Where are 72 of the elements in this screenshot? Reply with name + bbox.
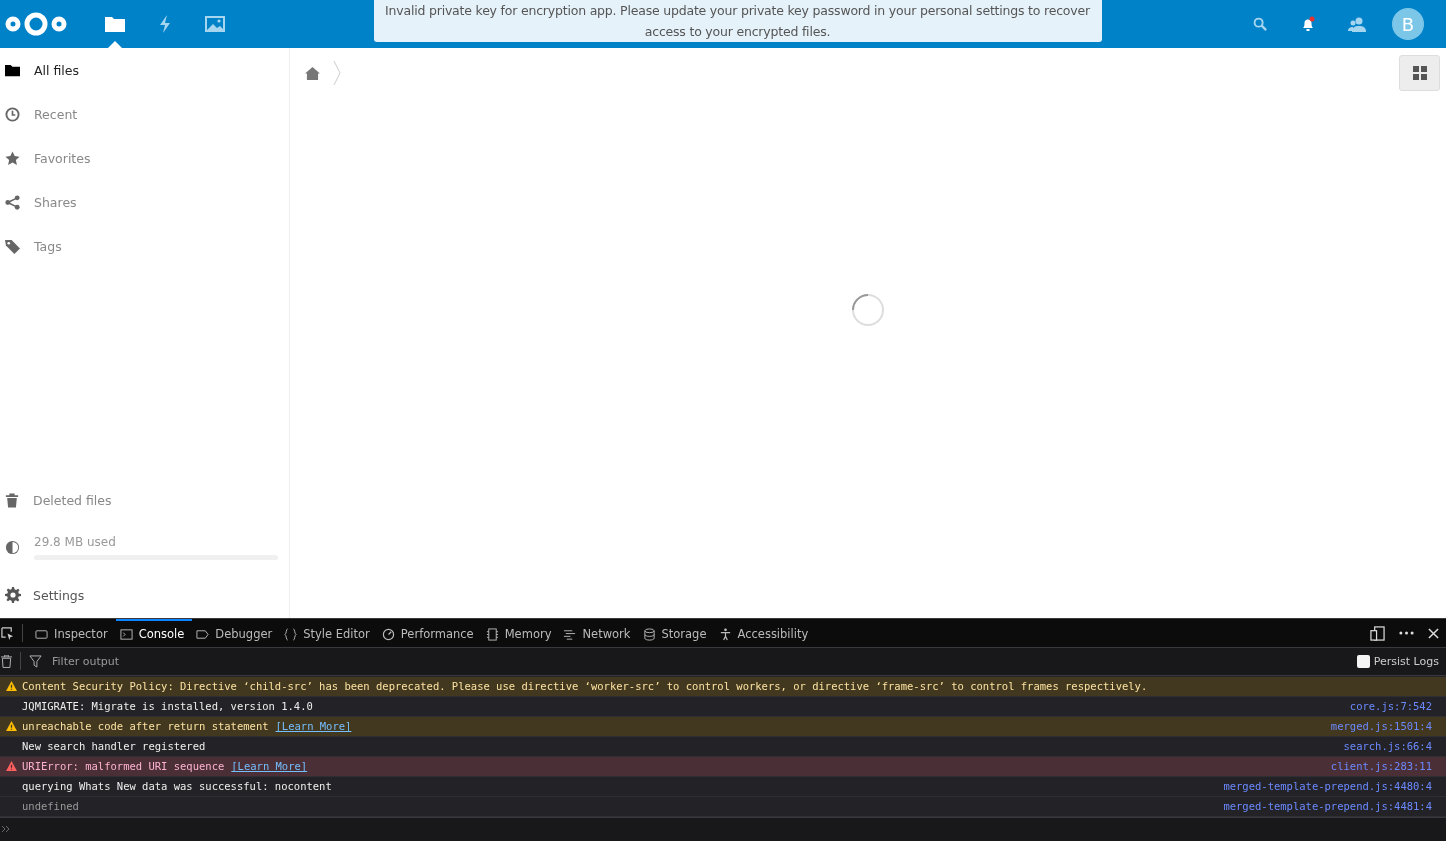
gauge-icon [381, 627, 395, 641]
trash-icon [5, 492, 19, 508]
grid-view-button[interactable] [1399, 55, 1440, 91]
source-link[interactable]: core.js:7:542 [1349, 700, 1432, 713]
devtools-tab[interactable]: Style Editor [280, 619, 378, 647]
nav-item[interactable]: Favorites [0, 136, 289, 180]
lines-icon [563, 627, 577, 641]
message-text: New search handler registered [22, 740, 206, 753]
devtools-tab[interactable]: Accessibility [714, 619, 817, 647]
element-picker-icon[interactable] [1, 626, 14, 640]
search-icon[interactable] [1253, 16, 1268, 32]
braces-icon [284, 627, 298, 641]
error-icon [5, 761, 17, 772]
devtools-tab[interactable]: Inspector [31, 619, 116, 647]
settings-icon [5, 587, 21, 603]
message-text: unreachable code after return statement [22, 720, 269, 733]
console-input[interactable] [0, 816, 1446, 841]
loading-spinner [851, 293, 885, 327]
responsive-mode-icon[interactable] [1370, 625, 1385, 641]
bell-icon[interactable] [1300, 16, 1316, 32]
message-text: URIError: malformed URI sequence [22, 760, 225, 773]
source-link[interactable]: client.js:283:11 [1330, 760, 1432, 773]
learn-more-link[interactable]: [Learn More] [275, 720, 352, 733]
warning-icon [5, 721, 17, 732]
terminal-icon [119, 627, 133, 641]
chip-icon [485, 627, 499, 641]
error-notice: Invalid private key for encryption app. Please update your private key password in your personal settings to recover access to your encrypted files. [373, 0, 1102, 42]
settings-button[interactable]: Settings [0, 572, 289, 618]
message-text: undefined [22, 800, 79, 813]
checkbox[interactable] [1356, 654, 1370, 668]
close-icon[interactable] [1428, 627, 1439, 639]
box-icon [35, 627, 48, 641]
accessibility-icon [718, 627, 732, 641]
prompt-icon [1, 825, 11, 834]
pie-chart-icon [5, 539, 20, 555]
nav-item[interactable]: Deleted files [0, 478, 289, 522]
label-icon [196, 627, 210, 641]
filter-icon [29, 654, 42, 668]
contacts-icon[interactable] [1348, 16, 1366, 32]
source-link[interactable]: search.js:66:4 [1343, 740, 1432, 753]
filter-field[interactable]: Filter output [50, 653, 354, 669]
trash-icon[interactable] [1, 654, 12, 668]
nav-item[interactable]: Recent [0, 92, 289, 136]
more-icon[interactable] [1399, 631, 1414, 635]
devtools-tab[interactable]: Performance [377, 619, 482, 647]
devtools-tab[interactable]: Memory [481, 619, 560, 647]
nav-item[interactable]: Tags [0, 224, 289, 268]
home-icon[interactable] [305, 66, 320, 80]
source-link[interactable]: merged.js:1501:4 [1330, 720, 1432, 733]
folder-icon [5, 62, 20, 78]
learn-more-link[interactable]: [Learn More] [231, 760, 308, 773]
persist-logs-checkbox[interactable]: Persist Logs [1356, 654, 1439, 668]
devtools-tab[interactable]: Storage [638, 619, 715, 647]
warning-icon [5, 681, 17, 692]
devtools-tab[interactable]: Debugger [192, 619, 281, 647]
logo-icon[interactable] [4, 11, 68, 37]
share-icon [5, 194, 20, 210]
storage-used-label: 29.8 MB used [34, 534, 117, 549]
star-icon [5, 150, 20, 166]
devtools-tab[interactable]: Network [559, 619, 639, 647]
message-text: JQMIGRATE: Migrate is installed, version 1.4.0 [22, 700, 313, 713]
message-text: Content Security Policy: Directive ‘child-src’ has been deprecated. Please use directive ‘worker-src’ to control workers, or directive ‘frame-src’ to control frames respectively. [22, 680, 1148, 693]
database-icon [642, 627, 656, 641]
source-link[interactable]: merged-template-prepend.js:4480:4 [1223, 780, 1432, 793]
chevron-icon [333, 60, 341, 86]
nav-item[interactable]: All files [0, 48, 289, 92]
clock-icon [5, 106, 20, 122]
tag-icon [5, 238, 20, 254]
grid-icon [1412, 66, 1427, 80]
message-text: querying Whats New data was successful: nocontent [22, 780, 332, 793]
nav-item[interactable]: Shares [0, 180, 289, 224]
source-link[interactable]: merged-template-prepend.js:4481:4 [1223, 800, 1432, 813]
